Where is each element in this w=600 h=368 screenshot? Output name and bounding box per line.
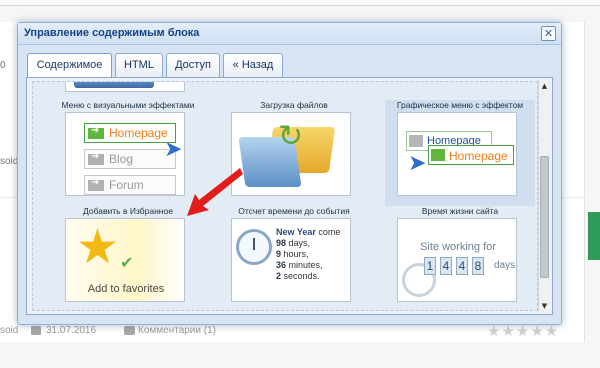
widget-label: Добавить в Избранное	[83, 206, 173, 216]
comment-icon	[124, 326, 135, 335]
top-bar	[0, 0, 600, 6]
vertical-scrollbar[interactable]: ▲ ▼	[538, 80, 550, 312]
arrow-icon	[88, 177, 104, 191]
square-icon	[431, 149, 445, 161]
star-icon: ★	[76, 219, 120, 275]
widget-thumbnail: Homepage Blog Forum ➤	[65, 112, 185, 196]
widget-thumbnail: ↻	[231, 112, 351, 196]
widget-label: Графическое меню с эффектом	[396, 100, 524, 110]
widget-graphic-menu[interactable]: Графическое меню с эффектом Homepage Hom…	[385, 100, 535, 206]
widget-grid: Меню с визуальными эффектами Homepage Bl…	[32, 81, 538, 311]
refresh-arrow-icon: ↻	[278, 119, 304, 154]
tab-content[interactable]: Содержимое	[27, 53, 112, 79]
block-content-dialog: Управление содержимым блока ✕ Содержимое…	[17, 22, 562, 325]
menu-preview-item: Homepage	[84, 123, 176, 143]
tab-access[interactable]: Доступ	[166, 53, 220, 77]
widget-add-favorites[interactable]: Добавить в Избранное ★ ✔ Add to favorite…	[53, 206, 203, 310]
left-fragment-1: 0	[0, 60, 6, 71]
clock-icon	[236, 229, 272, 265]
widget-thumbnail: Homepage Homepage ➤	[397, 112, 517, 196]
countdown-preview: New Year come 98 days, 9 hours, 36 minut…	[276, 227, 341, 281]
widget-site-uptime[interactable]: Время жизни сайта Site working for 1 4 4…	[385, 206, 535, 310]
scroll-thumb[interactable]	[540, 156, 549, 278]
post-date: 31.07.2016	[46, 325, 97, 336]
partial-thumbnail[interactable]	[65, 82, 185, 92]
widget-label: Время жизни сайта	[421, 206, 499, 216]
left-fragment-2: soid	[0, 156, 19, 167]
author-fragment: soid	[0, 325, 19, 336]
close-icon: ✕	[543, 27, 554, 40]
menu-preview-item: Homepage	[428, 145, 514, 165]
side-widget[interactable]	[588, 212, 600, 260]
widget-label: Загрузка файлов	[260, 100, 328, 110]
menu-preview-item: Forum	[84, 175, 176, 195]
tab-html[interactable]: HTML	[115, 53, 163, 77]
cursor-arrow-icon: ➤	[408, 151, 427, 176]
scroll-down-button[interactable]: ▼	[539, 300, 550, 312]
widget-caption: Site working for	[420, 241, 496, 253]
calendar-icon	[31, 326, 41, 335]
days-unit: days	[494, 260, 516, 271]
widget-thumbnail: New Year come 98 days, 9 hours, 36 minut…	[231, 218, 351, 302]
close-button[interactable]: ✕	[541, 26, 556, 41]
arrow-icon	[88, 151, 104, 165]
red-pointer-arrow-icon	[187, 168, 243, 216]
comments-link[interactable]: Комментарии (1)	[138, 325, 216, 336]
scroll-up-button[interactable]: ▲	[539, 80, 550, 92]
widget-thumbnail: Site working for 1 4 4 8 days	[397, 218, 517, 302]
dialog-titlebar[interactable]: Управление содержимым блока ✕	[18, 23, 561, 45]
square-icon	[409, 135, 423, 147]
dialog-title: Управление содержимым блока	[24, 27, 200, 39]
widget-label: Меню с визуальными эффектами	[61, 100, 195, 110]
content-panel: Меню с визуальными эффектами Homepage Bl…	[26, 77, 553, 315]
tab-back[interactable]: « Назад	[223, 53, 283, 77]
widget-thumbnail: ★ ✔ Add to favorites	[65, 218, 185, 302]
cursor-arrow-icon: ➤	[164, 137, 183, 162]
arrow-icon	[88, 125, 104, 139]
check-icon: ✔	[120, 253, 134, 272]
widget-visual-menu[interactable]: Меню с визуальными эффектами Homepage Bl…	[53, 100, 203, 206]
widget-caption: Add to favorites	[87, 283, 165, 295]
menu-preview-item: Blog	[84, 149, 176, 169]
